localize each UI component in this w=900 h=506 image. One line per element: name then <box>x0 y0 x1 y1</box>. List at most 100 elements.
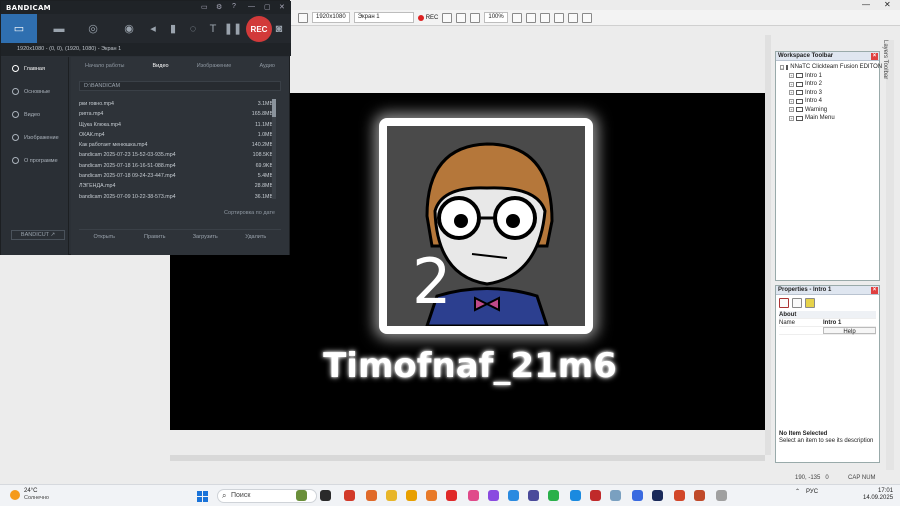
tab-getting-started[interactable]: Начало работы <box>85 63 124 69</box>
grid-icon[interactable] <box>525 12 536 23</box>
taskbar-app-icon[interactable] <box>366 490 377 501</box>
sidebar-item-about[interactable]: О программе <box>1 149 68 172</box>
list-icon[interactable] <box>298 12 308 23</box>
clock[interactable]: 17:01 14.09.2025 <box>863 488 893 502</box>
screen-mode-button[interactable]: ▭ <box>1 14 37 43</box>
list-scrollbar[interactable] <box>272 99 276 199</box>
list-item[interactable]: ригга.mp4 165.8MB <box>79 109 273 119</box>
tree-item[interactable]: + Warning <box>789 106 879 115</box>
system-tray[interactable]: ⌃ РУС <box>795 488 818 495</box>
taskbar-app-icon[interactable] <box>488 490 499 501</box>
properties-tab-icon[interactable] <box>779 298 789 308</box>
align-left-icon[interactable] <box>539 12 550 23</box>
game-mode-button[interactable]: ◎ <box>77 14 109 43</box>
property-row-name[interactable]: Name Intro 1 <box>779 319 876 327</box>
output-path[interactable]: D:\BANDICAM <box>79 81 281 91</box>
sidebar-item-general[interactable]: Основные <box>1 80 68 103</box>
bandicam-titlebar[interactable]: BANDICAM ▭ ⚙ ? — ▢ ✕ <box>1 1 291 14</box>
list-item[interactable]: bandicam 2025-07-18 16-16-51-088.mp4 69.9… <box>79 161 273 171</box>
tab-audio[interactable]: Аудио <box>259 63 275 69</box>
expand-icon[interactable]: + <box>789 81 794 87</box>
bandicam-close-button[interactable]: ✕ <box>279 3 285 11</box>
tree-item[interactable]: + Intro 4 <box>789 97 879 106</box>
taskbar-app-icon[interactable] <box>468 490 479 501</box>
bandicam-taskbar-icon[interactable] <box>590 490 601 501</box>
help-icon[interactable]: ? <box>232 3 236 10</box>
bandicam-minimize-button[interactable]: — <box>248 3 255 10</box>
taskbar-app-icon[interactable] <box>632 490 643 501</box>
ruler-icon[interactable] <box>470 12 481 23</box>
taskbar-app-icon[interactable] <box>426 490 437 501</box>
character-portrait[interactable]: 2 <box>379 118 593 334</box>
bandicut-button[interactable]: BANDICUT ↗ <box>11 230 65 240</box>
properties-tab-icon[interactable] <box>805 298 815 308</box>
rec-button[interactable]: REC <box>246 16 272 42</box>
sidebar-item-image[interactable]: Изображение <box>1 126 68 149</box>
yandex-icon[interactable] <box>344 490 355 501</box>
properties-tab-icon[interactable] <box>792 298 802 308</box>
taskbar-app-icon[interactable] <box>610 490 621 501</box>
folder-icon[interactable] <box>406 490 417 501</box>
tree-item[interactable]: + Intro 3 <box>789 89 879 98</box>
list-item[interactable]: рки говно.mp4 3.1MB <box>79 99 273 109</box>
sidebar-item-home[interactable]: Главная <box>1 57 68 80</box>
align-center-icon[interactable] <box>553 12 564 23</box>
list-item[interactable]: bandicam 2025-07-23 15-52-03-935.mp4 108.… <box>79 150 273 160</box>
expand-icon[interactable]: + <box>789 98 794 104</box>
taskbar-app-icon[interactable] <box>570 490 581 501</box>
whatsapp-icon[interactable] <box>548 490 559 501</box>
tree-item[interactable]: + Intro 1 <box>789 72 879 81</box>
list-item[interactable]: Щука Клюка.mp4 11.1MB <box>79 120 273 130</box>
hand-icon[interactable] <box>511 12 522 23</box>
close-icon[interactable]: × <box>871 53 878 60</box>
rec-indicator[interactable]: REC <box>417 14 438 21</box>
powerpoint-icon[interactable] <box>674 490 685 501</box>
tree-root[interactable]: – NNaTC Clickteam Fusion EDITON <box>780 63 882 72</box>
vertical-scrollbar[interactable] <box>765 35 771 455</box>
sort-by-date-button[interactable]: Сортировка по дате <box>224 210 275 216</box>
camera-icon[interactable] <box>442 12 453 23</box>
minimize-button[interactable]: — <box>862 0 870 9</box>
screen-select[interactable]: Экран 1 <box>353 12 414 23</box>
tree-item[interactable]: + Intro 2 <box>789 80 879 89</box>
taskbar-app-icon[interactable] <box>716 490 727 501</box>
list-item[interactable]: ОКАК.mp4 1.0MB <box>79 130 273 140</box>
device-mode-button[interactable]: ▬ <box>43 14 75 43</box>
close-button[interactable]: ✕ <box>884 0 891 9</box>
upload-button[interactable]: Загрузить <box>180 229 231 243</box>
expand-icon[interactable]: + <box>789 115 794 121</box>
open-button[interactable]: Открыть <box>79 229 130 243</box>
resolution-field[interactable]: 1920x1080 <box>312 12 350 23</box>
pause-button[interactable]: ❚❚ <box>217 14 249 43</box>
start-button[interactable] <box>197 491 208 502</box>
zoom-select[interactable]: 100% <box>484 12 508 23</box>
fit-icon[interactable] <box>581 12 592 23</box>
horizontal-scrollbar[interactable] <box>170 455 765 461</box>
taskbar-app-icon[interactable] <box>296 490 307 501</box>
taskbar-app-icon[interactable] <box>528 490 539 501</box>
list-item[interactable]: Как работает менюшка.mp4 140.2MB <box>79 140 273 150</box>
expand-icon[interactable]: + <box>789 107 794 113</box>
game-title-text[interactable]: Timofnaf_21m6 <box>170 346 770 386</box>
tree-item[interactable]: + Main Menu <box>789 114 879 123</box>
folder-icon[interactable]: ▭ <box>201 3 208 11</box>
pencil-icon[interactable] <box>456 12 467 23</box>
edge-icon[interactable] <box>508 490 519 501</box>
help-button[interactable]: Help <box>823 327 876 335</box>
list-item[interactable]: ЛЭГЕНДА.mp4 28.8MB <box>79 181 273 191</box>
weather-widget[interactable]: 24°C Солнечно <box>10 488 49 502</box>
taskbar-app-icon[interactable] <box>694 490 705 501</box>
bandicam-restore-button[interactable]: ▢ <box>264 3 271 11</box>
yandex-browser-icon[interactable] <box>386 490 397 501</box>
sidebar-item-video[interactable]: Видео <box>1 103 68 126</box>
tab-image[interactable]: Изображение <box>197 63 232 69</box>
scroll-thumb[interactable] <box>272 99 276 117</box>
expand-icon[interactable]: + <box>789 73 794 79</box>
delete-button[interactable]: Удалить <box>230 229 281 243</box>
expand-icon[interactable]: + <box>789 90 794 96</box>
edit-button[interactable]: Править <box>129 229 180 243</box>
photoshop-icon[interactable] <box>652 490 663 501</box>
list-item[interactable]: bandicam 2025-07-18 09-24-23-447.mp4 5.4M… <box>79 171 273 181</box>
language-indicator[interactable]: РУС <box>806 489 818 495</box>
tab-video[interactable]: Видео <box>153 63 169 69</box>
